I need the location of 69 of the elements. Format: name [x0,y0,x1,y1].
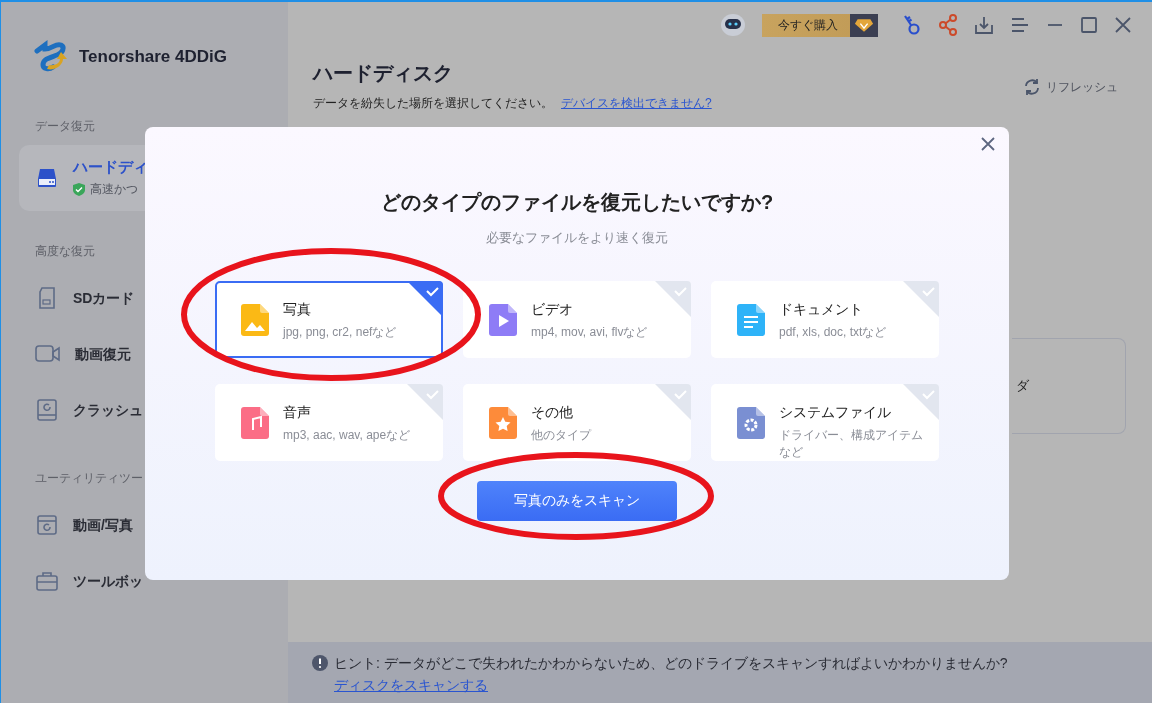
maximize-icon[interactable] [1080,16,1098,34]
close-icon[interactable] [1114,16,1132,34]
close-icon[interactable] [981,137,995,151]
sidebar-item[interactable]: ツールボッ [19,553,270,609]
file-type-card[interactable]: その他 他のタイプ [463,384,691,461]
page-title: ハードディスク [313,61,454,86]
sidebar-item-label: クラッシュ [73,401,143,418]
file-type-card[interactable]: 音声 mp3, aac, wav, apeなど [215,384,443,461]
share-icon[interactable] [938,14,958,36]
calendar-icon [35,513,59,537]
file-type-card[interactable]: システムファイル ドライバー、構成アイテムなど [711,384,939,461]
refresh-button[interactable]: リフレッシュ [1023,78,1118,96]
file-type-extensions: jpg, png, cr2, nefなど [283,324,398,341]
check-corner-icon [655,281,691,317]
sidebar-item[interactable]: 動画/写真 [19,497,270,553]
sidebar-item-subtitle: 高速かつ [90,181,138,198]
detect-device-link[interactable]: デバイスを検出できません? [561,95,712,112]
file-type-extensions: mp4, mov, avi, flvなど [531,324,649,341]
sidebar-item-label: SDカード [73,289,135,306]
check-corner-icon [655,384,691,420]
check-corner-icon [903,281,939,317]
hint-text: ヒント: データがどこで失われたかわからないため、どのドライブをスキャンすればよいかわかりませんか? ディスクをスキャンする [334,654,1009,695]
file-type-icon [241,407,269,439]
file-type-icon [489,407,517,439]
buy-now-button[interactable]: 今すぐ購入 [762,13,878,37]
file-type-title: 写真 [283,301,312,319]
app-name: Tenorshare 4DDiG [79,47,227,67]
file-type-icon [737,304,765,336]
file-type-title: その他 [531,404,574,422]
page-description: データを紛失した場所を選択してください。 [313,95,553,112]
section-heading: ユーティリティツー [35,470,144,487]
section-heading: 高度な復元 [35,243,96,260]
location-card[interactable]: ダ [1012,338,1126,434]
dialog-subtitle: 必要なファイルをより速く復元 [486,229,668,247]
menu-icon[interactable] [1010,16,1030,34]
sidebar-item-label: ハードディ [73,158,148,175]
sidebar-item-label: 動画復元 [75,345,131,362]
sidebar-item-label: ツールボッ [73,572,143,589]
file-type-card[interactable]: ドキュメント pdf, xls, doc, txtなど [711,281,939,358]
refresh-icon [1023,78,1041,96]
toolbox-icon [35,569,59,593]
check-corner-icon [903,384,939,420]
file-type-extensions: ドライバー、構成アイテムなど [779,427,924,461]
camera-icon [35,343,61,365]
download-icon[interactable] [974,15,994,35]
file-type-card[interactable]: ビデオ mp4, mov, avi, flvなど [463,281,691,358]
key-icon[interactable] [902,14,922,36]
file-type-extensions: 他のタイプ [531,427,593,444]
sidebar-item-label: 動画/写真 [73,516,133,533]
file-type-extensions: mp3, aac, wav, apeなど [283,427,412,444]
check-corner-icon [407,384,443,420]
computer-icon [35,398,59,422]
shield-check-icon [73,183,85,196]
file-type-icon [489,304,517,336]
file-type-title: ビデオ [531,301,574,319]
robot-icon[interactable] [720,13,746,37]
file-type-card[interactable]: 写真 jpg, png, cr2, nefなど [215,281,443,358]
file-type-extensions: pdf, xls, doc, txtなど [779,324,888,341]
file-type-title: 音声 [283,404,312,422]
file-type-icon [737,407,765,439]
hard-drive-icon [35,166,59,190]
info-icon [312,655,328,671]
section-heading: データ復元 [35,118,96,135]
file-type-title: ドキュメント [779,301,864,319]
file-type-title: システムファイル [779,404,892,422]
check-corner-icon [407,281,443,317]
dialog-title: どのタイプのファイルを復元したいですか? [380,190,774,215]
file-type-icon [241,304,269,336]
scan-photos-button[interactable]: 写真のみをスキャン [477,481,677,521]
